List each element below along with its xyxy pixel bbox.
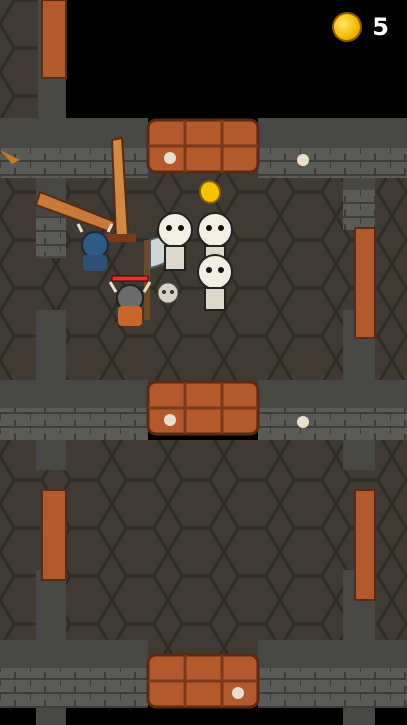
floor-top-left (0, 0, 40, 120)
coin-count: 5 (372, 13, 389, 41)
door-left-lower (41, 489, 67, 581)
door-right-lower (354, 489, 376, 601)
blue-knight-ally (76, 223, 114, 271)
door-left-top (41, 0, 67, 79)
gold-coin-icon (328, 8, 366, 46)
skull-drop-item (157, 282, 179, 304)
game-scene[interactable] (0, 0, 407, 725)
coin-counter-hud: 5 (328, 8, 389, 46)
door-bottom (146, 653, 260, 709)
door-middle (146, 380, 260, 436)
door-top (146, 118, 260, 174)
door-right (354, 227, 376, 339)
